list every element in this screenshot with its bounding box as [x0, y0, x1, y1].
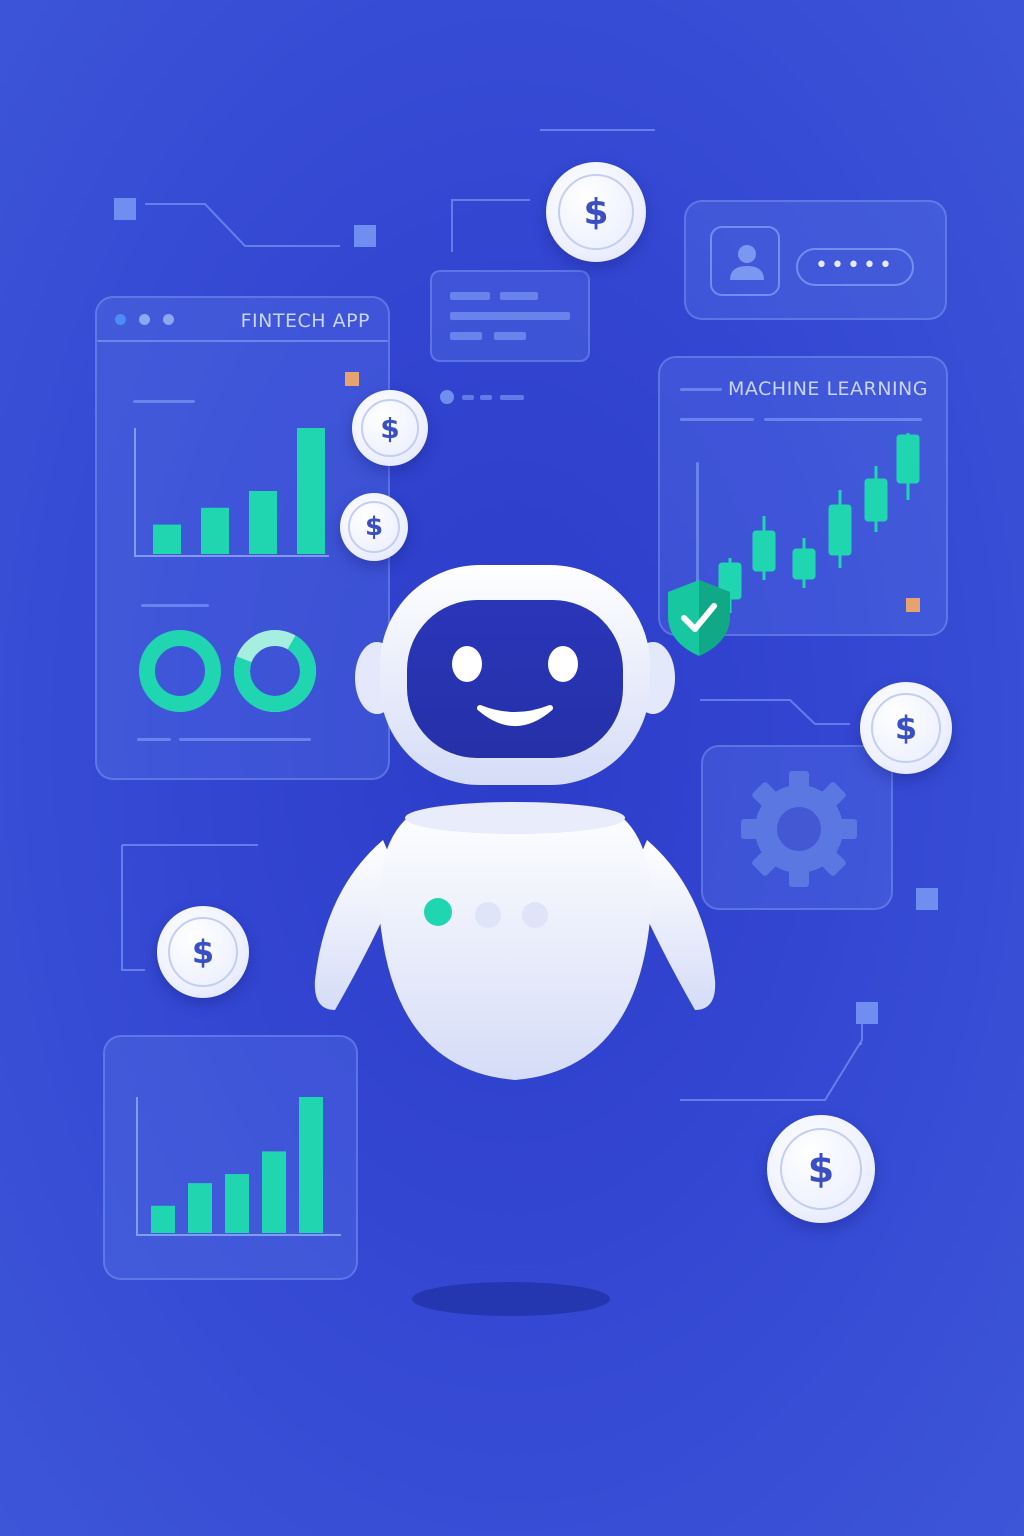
- fintech-app-title: FINTECH APP: [240, 310, 370, 332]
- user-avatar-box: [710, 226, 780, 296]
- chart-bar: [225, 1174, 249, 1233]
- fintech-bar-chart: [134, 428, 329, 557]
- password-field[interactable]: •••••: [796, 248, 914, 286]
- candlestick-chart: [718, 433, 920, 613]
- gear-icon: [741, 771, 857, 887]
- robot-shadow: [412, 1282, 610, 1316]
- coin-icon: $: [157, 906, 249, 998]
- chart-bar: [249, 491, 277, 554]
- machine-learning-title: MACHINE LEARNING: [727, 378, 928, 400]
- password-dots: •••••: [815, 253, 895, 278]
- coin-icon: $: [860, 682, 952, 774]
- chart-bar: [201, 507, 229, 554]
- chart-bar: [188, 1183, 212, 1233]
- robot-mascot: [314, 565, 716, 1080]
- status-light-active: [424, 898, 452, 926]
- deco-square: [856, 1002, 878, 1024]
- coin-icon: $: [352, 390, 428, 466]
- chart-bar: [262, 1151, 286, 1233]
- chart-bar: [297, 428, 325, 554]
- coin-icon: $: [767, 1115, 875, 1223]
- deco-square: [354, 225, 376, 247]
- chart-bar: [153, 524, 181, 554]
- login-panel: •••••: [684, 200, 947, 320]
- message-card: [430, 270, 590, 362]
- deco-square: [916, 888, 938, 910]
- donut-chart: [139, 630, 316, 712]
- chart-bar: [151, 1205, 175, 1233]
- deco-square: [114, 198, 136, 220]
- settings-panel: [701, 745, 893, 910]
- user-icon: [730, 245, 764, 280]
- coin-icon: $: [340, 493, 408, 561]
- coin-icon: $: [546, 162, 646, 262]
